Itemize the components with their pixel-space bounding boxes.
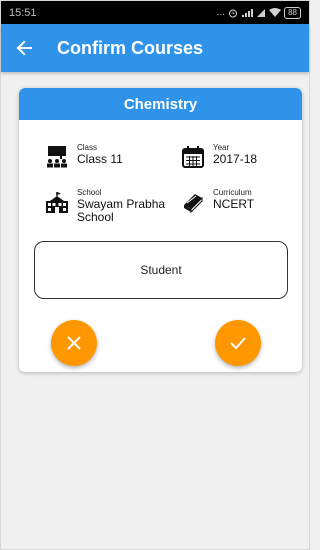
year-info: Year 2017-18: [181, 143, 257, 169]
role-selector[interactable]: Student: [34, 241, 288, 299]
curriculum-info: Curriculum NCERT: [181, 188, 254, 214]
status-icons: ... 88: [216, 6, 301, 19]
role-label: Student: [140, 263, 182, 277]
close-icon: [67, 336, 81, 350]
checkmark-icon: [230, 337, 246, 350]
school-value: Swayam Prabha School: [77, 197, 166, 224]
back-button[interactable]: [1, 24, 47, 72]
signal-icon: [242, 8, 254, 17]
alarm-icon: [229, 9, 238, 17]
calendar-icon: [182, 146, 204, 168]
page-title: Confirm Courses: [57, 37, 204, 58]
status-time: 15:51: [9, 6, 37, 19]
notification-dots-icon: ...: [216, 7, 226, 18]
curriculum-value: NCERT: [213, 197, 255, 211]
wifi-icon: [269, 7, 282, 17]
battery-icon: 88: [284, 6, 301, 19]
status-bar: 15:51 ... 88: [1, 1, 309, 24]
school-building-icon: [46, 192, 68, 213]
cancel-button[interactable]: [51, 320, 97, 366]
school-info: School Swayam Prabha School: [45, 188, 167, 224]
arrow-left-icon: [16, 40, 32, 56]
year-value: 2017-18: [213, 152, 258, 166]
app-bar: Confirm Courses: [1, 24, 309, 72]
course-title: Chemistry: [19, 88, 302, 120]
class-info: Class Class 11: [45, 143, 123, 169]
course-card: Chemistry Class Class 11 Year 2017-18 Sc…: [19, 88, 302, 372]
classroom-icon: [47, 146, 67, 168]
cellular-icon: [257, 8, 266, 17]
books-icon: [184, 194, 203, 214]
class-value: Class 11: [77, 152, 123, 166]
confirm-button[interactable]: [215, 320, 261, 366]
